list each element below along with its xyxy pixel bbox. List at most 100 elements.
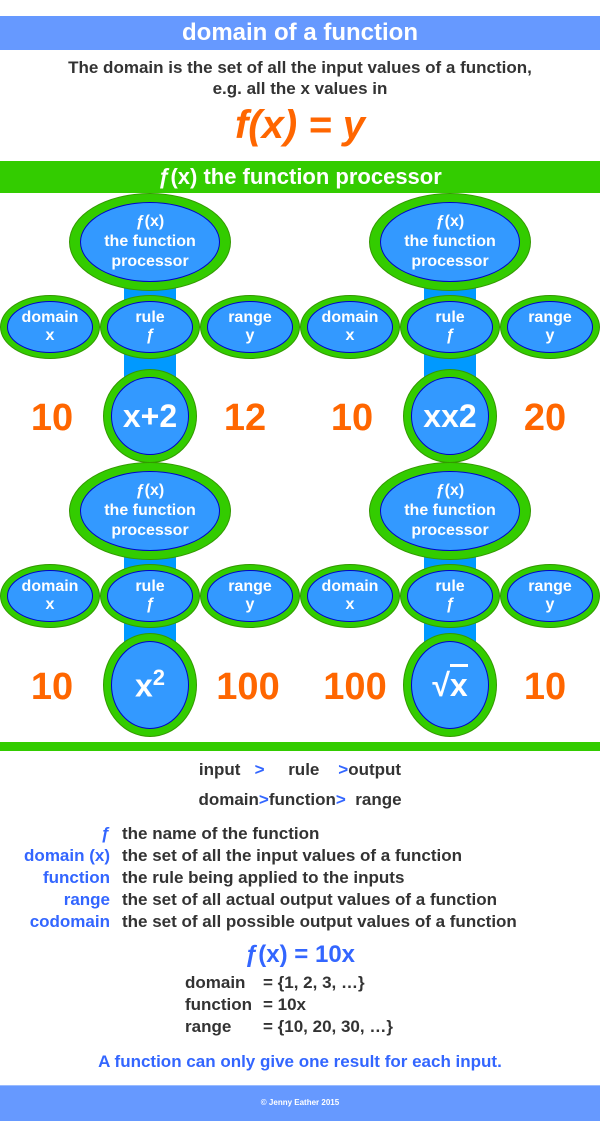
domain-oval-label: x: [345, 596, 355, 613]
function-processor-oval-label: processor: [411, 522, 489, 539]
rule-oval-inner: rule ƒ: [107, 301, 193, 353]
function-processor-oval-label: the function: [404, 233, 496, 250]
domain-oval-label: domain: [321, 309, 379, 326]
rule-circle-inner: x+2: [111, 377, 189, 455]
square-root-icon: √: [432, 666, 450, 703]
example-line: domain = {1, 2, 3, …}: [185, 972, 393, 994]
rule-circle: x2: [103, 633, 197, 737]
intro-formula: f(x) = y: [234, 103, 366, 147]
input-value: 10: [30, 666, 74, 708]
function-processor-oval-label: ƒ(x): [435, 213, 465, 230]
flow-domain: domain: [198, 790, 259, 809]
definition-text: the set of all the input values of a fun…: [122, 846, 463, 865]
flow-range: range: [355, 790, 402, 809]
definition-term: codomain: [29, 912, 110, 931]
flow-function: function: [268, 790, 336, 809]
range-oval-inner: range y: [507, 570, 593, 622]
rule-circle-inner: xx2: [411, 377, 489, 455]
range-oval: range y: [200, 564, 300, 628]
domain-oval: domain x: [0, 295, 100, 359]
rule-expression: √x: [432, 663, 468, 704]
rule-expression: x+2: [122, 397, 178, 434]
domain-oval-label: domain: [21, 578, 79, 595]
range-oval-label: range: [228, 309, 272, 326]
range-oval-label: range: [528, 309, 572, 326]
function-processor-oval-label: ƒ(x): [135, 213, 165, 230]
rule-oval-label: ƒ: [445, 327, 455, 344]
domain-oval: domain x: [0, 564, 100, 628]
example-title: ƒ(x) = 10x: [244, 941, 356, 968]
domain-oval-label: domain: [321, 578, 379, 595]
rule-oval-label: rule: [135, 578, 165, 595]
domain-oval-inner: domain x: [307, 570, 393, 622]
output-value: 12: [223, 397, 267, 439]
definition-text: the set of all possible output values of…: [122, 912, 517, 931]
range-oval-label: y: [545, 327, 555, 344]
flow-arrow-icon: >: [258, 790, 269, 809]
rule-oval: rule ƒ: [100, 295, 200, 359]
function-processor-oval-inner: ƒ(x) the function processor: [380, 471, 520, 551]
function-processor-oval: ƒ(x) the function processor: [69, 462, 231, 560]
domain-oval: domain x: [300, 295, 400, 359]
definition-term: function: [42, 868, 110, 887]
flow-rule: rule: [288, 760, 320, 779]
function-processor-oval-inner: ƒ(x) the function processor: [80, 202, 220, 282]
flow-row-input-output: input > rule >output: [0, 760, 600, 780]
rule-radicand: x: [449, 663, 468, 703]
definition-row: domain (x) the set of all the input value…: [0, 845, 600, 867]
intro-line-1: The domain is the set of all the input v…: [68, 58, 532, 77]
definition-term: range: [63, 890, 110, 909]
flow-arrow-icon: >: [254, 760, 265, 779]
section-title: ƒ(x) the function processor: [0, 161, 600, 193]
rule-circle: xx2: [403, 369, 497, 463]
rule-expression: x2: [134, 665, 166, 704]
intro-text: The domain is the set of all the input v…: [0, 57, 600, 99]
function-processor-oval-label: ƒ(x): [135, 482, 165, 499]
definition-row: ƒ the name of the function: [0, 823, 600, 845]
range-oval-inner: range y: [507, 301, 593, 353]
flow-output: output: [348, 760, 402, 779]
rule-oval-label: ƒ: [145, 327, 155, 344]
function-processor-oval: ƒ(x) the function processor: [69, 193, 231, 291]
definition-row: codomain the set of all possible output v…: [0, 911, 600, 933]
definition-term: domain (x): [24, 846, 110, 865]
flow-arrow-icon: >: [338, 760, 349, 779]
definition-text: the rule being applied to the inputs: [122, 868, 405, 887]
rule-oval-label: ƒ: [445, 596, 455, 613]
output-value: 10: [523, 666, 567, 708]
example-key: domain: [185, 973, 246, 992]
function-processor-oval-inner: ƒ(x) the function processor: [380, 202, 520, 282]
input-value: 10: [30, 397, 74, 439]
function-processor-oval-inner: ƒ(x) the function processor: [80, 471, 220, 551]
definition-row: function the rule being applied to the in…: [0, 867, 600, 889]
definition-text: the set of all actual output values of a…: [122, 890, 497, 909]
output-value: 20: [523, 397, 567, 439]
domain-oval-inner: domain x: [307, 301, 393, 353]
range-oval-label: y: [245, 596, 255, 613]
input-value: 100: [323, 666, 387, 708]
function-processor-oval-label: processor: [411, 253, 489, 270]
definition-term: ƒ: [100, 824, 110, 843]
function-processor-oval-label: the function: [104, 233, 196, 250]
rule-oval: rule ƒ: [400, 295, 500, 359]
rule-oval-inner: rule ƒ: [407, 570, 493, 622]
flow-input: input: [198, 760, 241, 779]
rule-oval-label: ƒ: [145, 596, 155, 613]
example-key: function: [185, 995, 253, 1014]
range-oval-label: range: [228, 578, 272, 595]
range-oval-inner: range y: [207, 570, 293, 622]
range-oval-inner: range y: [207, 301, 293, 353]
domain-oval-label: x: [45, 596, 55, 613]
range-oval-label: y: [545, 596, 555, 613]
function-processor-oval-label: the function: [104, 502, 196, 519]
function-processor-oval-label: the function: [404, 502, 496, 519]
domain-oval-inner: domain x: [7, 301, 93, 353]
rule-oval: rule ƒ: [100, 564, 200, 628]
rule-circle-inner: √x: [411, 641, 489, 729]
range-oval: range y: [500, 295, 600, 359]
section-divider: [0, 742, 600, 751]
rule-oval-inner: rule ƒ: [407, 301, 493, 353]
rule-circle: x+2: [103, 369, 197, 463]
domain-oval: domain x: [300, 564, 400, 628]
example-value: = 10x: [263, 995, 307, 1014]
